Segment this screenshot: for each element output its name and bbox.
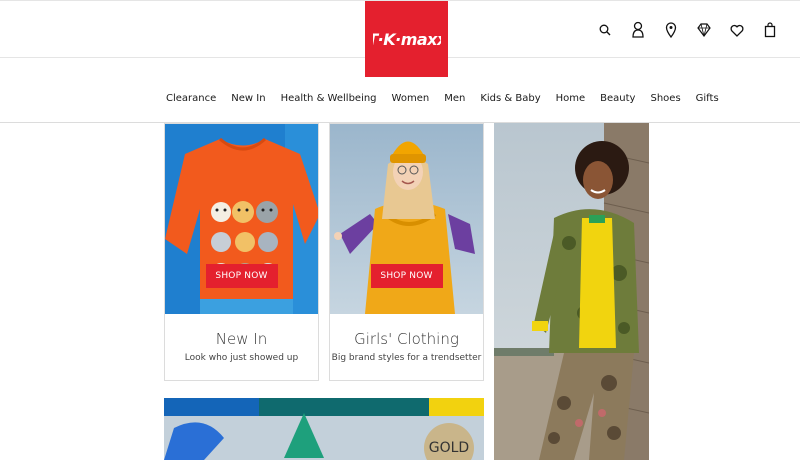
girls-clothing-image[interactable]: SHOP NOW <box>330 124 483 314</box>
nav-item-home[interactable]: Home <box>556 93 586 104</box>
gold-promo-banner[interactable]: GOLD <box>164 398 484 460</box>
nav-item-clearance[interactable]: Clearance <box>166 93 216 104</box>
nav-item-kids-baby[interactable]: Kids & Baby <box>480 93 540 104</box>
account-icon[interactable] <box>622 19 654 41</box>
card-subtitle: Big brand styles for a trendsetter <box>331 353 482 363</box>
store-locator-icon[interactable] <box>655 19 687 41</box>
bag-icon[interactable] <box>754 19 786 41</box>
shop-now-button[interactable]: SHOP NOW <box>370 264 443 288</box>
nav-item-women[interactable]: Women <box>392 93 430 104</box>
nav-item-health-wellbeing[interactable]: Health & Wellbeing <box>281 93 377 104</box>
nav-list: Clearance New In Health & Wellbeing Women Me… <box>166 93 719 104</box>
search-icon[interactable] <box>589 19 621 41</box>
card-title[interactable]: New In <box>165 330 318 348</box>
card-girls-clothing[interactable]: SHOP NOW Girls' Clothing Big brand style… <box>329 123 484 381</box>
tkmaxx-logo[interactable]: T·K·maxx <box>365 1 448 77</box>
gold-diamond-icon[interactable] <box>688 19 720 41</box>
nav-item-men[interactable]: Men <box>444 93 465 104</box>
nav-item-new-in[interactable]: New In <box>231 93 265 104</box>
kids-promo-image[interactable] <box>494 123 649 460</box>
header-icons <box>588 19 786 41</box>
wishlist-icon[interactable] <box>721 19 753 41</box>
shop-now-button[interactable]: SHOP NOW <box>205 264 278 288</box>
card-new-in[interactable]: SHOP NOW New In Look who just showed up <box>164 123 319 381</box>
nav-item-gifts[interactable]: Gifts <box>696 93 719 104</box>
nav-item-beauty[interactable]: Beauty <box>600 93 635 104</box>
card-title[interactable]: Girls' Clothing <box>330 330 483 348</box>
new-in-image[interactable]: SHOP NOW <box>165 124 318 314</box>
svg-text:T·K·maxx: T·K·maxx <box>373 30 441 49</box>
card-subtitle: Look who just showed up <box>184 353 299 363</box>
nav-item-shoes[interactable]: Shoes <box>650 93 680 104</box>
